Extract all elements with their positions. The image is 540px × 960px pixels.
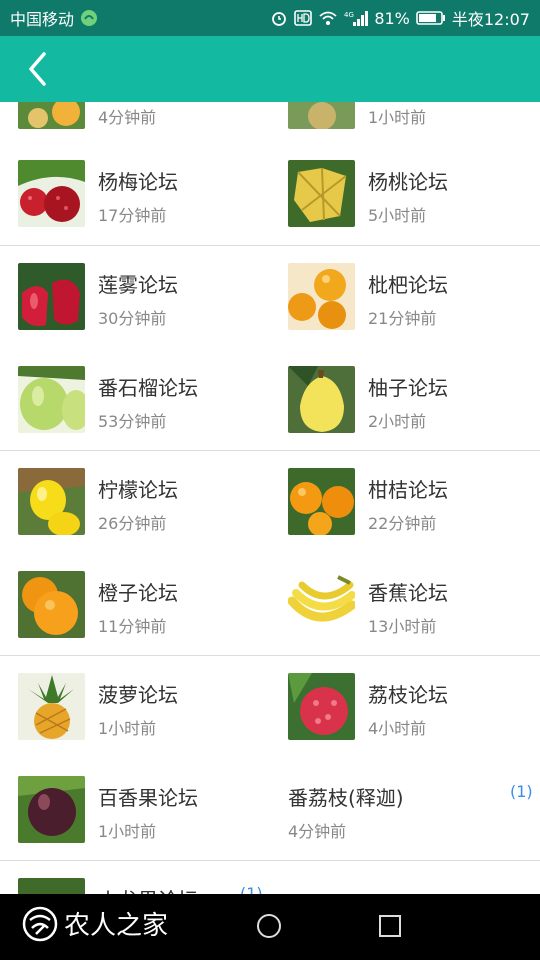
forum-grid: 4分钟前 1小时前 杨梅论坛 17分钟前 杨桃论坛 5小时前 莲雾论坛 30分钟… — [0, 102, 540, 894]
forum-time: 4分钟前 — [288, 822, 347, 841]
forum-cell[interactable]: 香蕉论坛 13小时前 — [270, 557, 540, 659]
forum-title: 杨梅论坛 — [98, 170, 178, 194]
forum-cell[interactable]: 1小时前 — [270, 102, 540, 150]
forum-title: 柚子论坛 — [368, 376, 448, 400]
forum-title: 荔枝论坛 — [368, 683, 448, 707]
lychee-thumbnail — [288, 673, 355, 740]
watermark-text: 农人之家 — [64, 911, 169, 941]
loquat-thumbnail — [288, 263, 355, 330]
banana-thumbnail — [288, 571, 355, 638]
forum-time: 22分钟前 — [368, 514, 437, 533]
forum-time: 1小时前 — [98, 719, 157, 738]
bayberry-thumbnail — [18, 160, 85, 227]
forum-time: 2小时前 — [368, 412, 427, 431]
home-nav-button[interactable] — [257, 914, 281, 938]
wax-apple-thumbnail — [18, 263, 85, 330]
pineapple-thumbnail — [18, 673, 85, 740]
forum-title: 番荔枝(释迦) — [288, 786, 404, 810]
forum-title: 杨桃论坛 — [368, 170, 448, 194]
forum-cell[interactable]: 杨梅论坛 17分钟前 — [0, 146, 270, 248]
watermark: 农人之家 — [22, 905, 168, 942]
forum-time: 1小时前 — [98, 822, 157, 841]
chevron-left-icon — [29, 52, 46, 86]
orange-thumbnail — [18, 571, 85, 638]
forum-cell[interactable]: 菠萝论坛 1小时前 — [0, 659, 270, 761]
forum-cell[interactable]: 莲雾论坛 30分钟前 — [0, 249, 270, 351]
carrier-name: 中国移动 — [10, 10, 75, 29]
tangerine-thumbnail — [288, 468, 355, 535]
forum-time: 53分钟前 — [98, 412, 167, 431]
row-divider — [0, 655, 540, 656]
back-button[interactable] — [18, 50, 56, 88]
signal-icon: 4G — [344, 9, 369, 27]
row-divider — [0, 860, 540, 861]
forum-cell[interactable]: 荔枝论坛 4小时前 — [270, 659, 540, 761]
unread-count-badge: (1) — [510, 782, 533, 801]
forum-thumbnail — [288, 102, 355, 129]
lemon-thumbnail — [18, 468, 85, 535]
forum-thumbnail — [18, 102, 85, 129]
forum-time: 26分钟前 — [98, 514, 167, 533]
forum-title: 菠萝论坛 — [98, 683, 178, 707]
wifi-icon — [318, 10, 338, 26]
starfruit-thumbnail — [288, 160, 355, 227]
forum-title: 火龙果论坛 — [98, 884, 198, 894]
forum-title: 橙子论坛 — [98, 581, 178, 605]
forum-time: 13小时前 — [368, 617, 437, 636]
passion-fruit-thumbnail — [18, 776, 85, 843]
unread-count-badge: (1) — [240, 884, 263, 894]
battery-percent: 81% — [374, 8, 410, 28]
forum-time: 1小时前 — [368, 108, 427, 127]
forum-cell[interactable]: 杨桃论坛 5小时前 — [270, 146, 540, 248]
forum-title: 枇杷论坛 — [368, 273, 448, 297]
forum-title: 番石榴论坛 — [98, 376, 198, 400]
forum-time: 30分钟前 — [98, 309, 167, 328]
row-divider — [0, 245, 540, 246]
forum-cell[interactable]: 柑桔论坛 22分钟前 — [270, 454, 540, 556]
forum-title: 莲雾论坛 — [98, 273, 178, 297]
forum-time: 4分钟前 — [98, 108, 157, 127]
forum-cell[interactable]: 番荔枝(释迦) 4分钟前 (1) — [270, 762, 540, 864]
forum-title: 柠檬论坛 — [98, 478, 178, 502]
forum-cell[interactable]: 橙子论坛 11分钟前 — [0, 557, 270, 659]
forum-time: 17分钟前 — [98, 206, 167, 225]
forum-cell[interactable]: 4分钟前 — [0, 102, 270, 150]
forum-time: 21分钟前 — [368, 309, 437, 328]
clock: 半夜12:07 — [451, 10, 530, 29]
battery-icon — [416, 10, 446, 26]
forum-cell[interactable]: 柚子论坛 2小时前 — [270, 352, 540, 454]
network-label: 4G — [344, 11, 354, 19]
status-bar: 中国移动 4G 81% 半夜12:07 — [0, 0, 540, 36]
forum-title: 柑桔论坛 — [368, 478, 448, 502]
watermark-logo-icon — [22, 906, 58, 941]
carrier-badge-icon — [80, 9, 98, 27]
pomelo-thumbnail — [288, 366, 355, 433]
forum-time: 5小时前 — [368, 206, 427, 225]
forum-cell[interactable]: 枇杷论坛 21分钟前 — [270, 249, 540, 351]
forum-time: 11分钟前 — [98, 617, 167, 636]
forum-time: 4小时前 — [368, 719, 427, 738]
forum-cell[interactable]: 火龙果论坛 (1) — [0, 864, 270, 894]
row-divider — [0, 450, 540, 451]
guava-thumbnail — [18, 366, 85, 433]
alarm-icon — [270, 9, 288, 27]
dragon-fruit-thumbnail — [18, 878, 85, 894]
forum-title: 百香果论坛 — [98, 786, 198, 810]
hd-icon — [294, 10, 313, 26]
forum-cell[interactable]: 番石榴论坛 53分钟前 — [0, 352, 270, 454]
forum-title: 香蕉论坛 — [368, 581, 448, 605]
forum-cell[interactable]: 柠檬论坛 26分钟前 — [0, 454, 270, 556]
recents-nav-button[interactable] — [379, 915, 401, 937]
forum-cell[interactable]: 百香果论坛 1小时前 — [0, 762, 270, 864]
app-bar — [0, 36, 540, 102]
